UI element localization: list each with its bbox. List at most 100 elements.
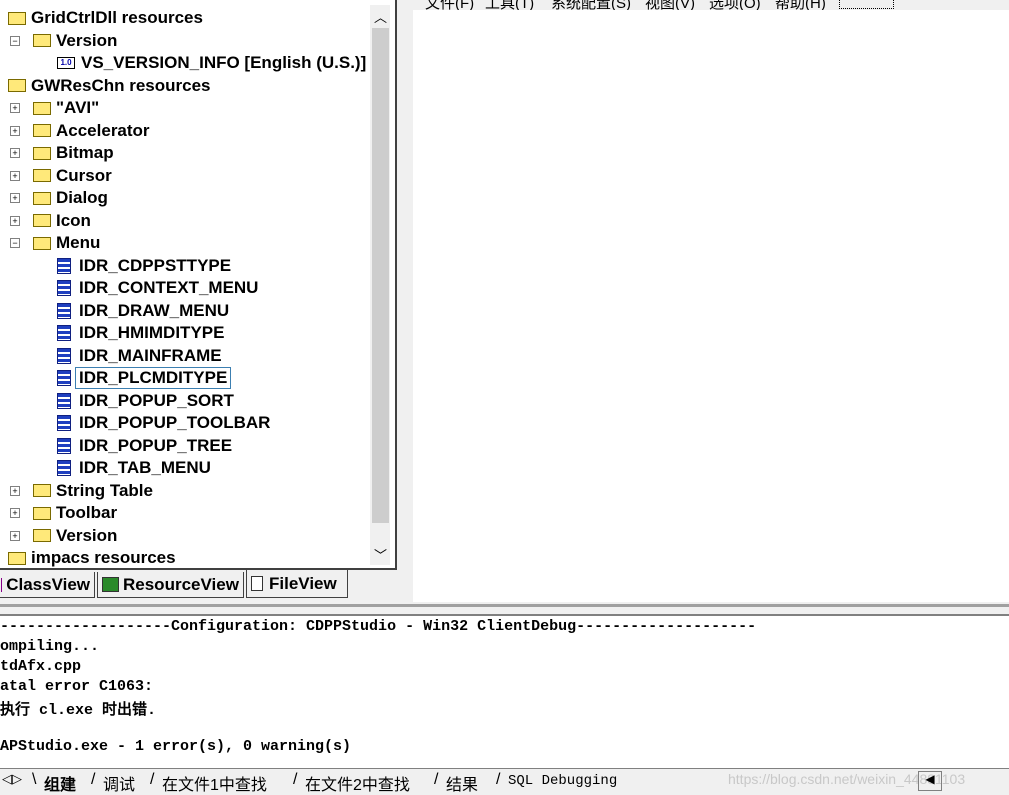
scroll-down-icon[interactable]: ﹀ [374, 545, 387, 564]
output-tab[interactable]: 结果 [446, 771, 478, 795]
collapse-icon[interactable]: − [10, 35, 20, 46]
resource-icon [102, 577, 119, 592]
menu-options[interactable]: 选项(O) [709, 0, 761, 10]
collapse-icon[interactable]: − [10, 238, 20, 248]
folder-icon [33, 529, 51, 542]
expand-icon[interactable]: + [10, 215, 20, 226]
folder-icon [33, 214, 51, 227]
tree-item[interactable]: + Version [10, 525, 117, 547]
output-line: tdAfx.cpp [0, 658, 82, 675]
tree-item-label: Cursor [56, 165, 112, 185]
tree-item[interactable]: GridCtrlDll resources [8, 7, 203, 29]
tree-item[interactable]: IDR_MAINFRAME [57, 345, 222, 367]
menu-file[interactable]: 文件(F) [425, 0, 474, 10]
expand-icon[interactable]: + [10, 125, 20, 136]
menu-icon [57, 460, 71, 476]
expand-icon[interactable]: + [10, 485, 20, 496]
tab-fileview[interactable]: FileView [246, 570, 348, 598]
open-folder-icon [8, 11, 26, 25]
folder-icon [33, 124, 51, 137]
expand-icon[interactable]: + [10, 193, 20, 203]
menu-icon [57, 257, 71, 274]
hscroll-left-icon[interactable]: ◀ [918, 771, 942, 791]
editor-area[interactable] [413, 0, 1009, 602]
tree-item-label: Accelerator [56, 120, 150, 140]
folder-icon [33, 484, 51, 497]
open-folder-icon [33, 34, 51, 47]
folder-icon [33, 146, 51, 160]
output-tab[interactable]: 组建 [44, 771, 76, 795]
menu-icon [57, 280, 71, 296]
expand-icon[interactable]: + [10, 530, 20, 541]
tree-item[interactable]: IDR_CONTEXT_MENU [57, 277, 258, 299]
tab-scroll-left-icon[interactable]: ◁▷ [2, 771, 22, 787]
tree-item[interactable]: + Toolbar [10, 502, 117, 524]
tree-item[interactable]: impacs resources [8, 547, 176, 568]
tree-item-label: "AVI" [56, 98, 100, 117]
menu-icon [57, 370, 71, 386]
open-folder-icon [8, 79, 26, 92]
output-tab[interactable]: SQL Debugging [508, 773, 617, 789]
tree-item-label: Menu [56, 233, 101, 252]
tree-item[interactable]: IDR_CDPPSTTYPE [57, 255, 231, 277]
tree-item-label: IDR_POPUP_SORT [79, 390, 234, 410]
output-tab-bar: ◁▷ 组建 \ 调试 / 在文件1中查找 / 在文件2中查找 / 结果 / SQL Debuggin… [0, 768, 1009, 795]
expand-icon[interactable]: + [10, 508, 20, 518]
tree-item-label: Dialog [56, 188, 108, 207]
menu-placeholder [839, 0, 894, 9]
menu-icon [57, 347, 71, 364]
expand-icon[interactable]: + [10, 170, 20, 181]
tree-item[interactable]: IDR_POPUP_TREE [57, 435, 232, 457]
tree-item-label: Icon [56, 210, 91, 230]
tree-item[interactable]: − Version [10, 30, 118, 52]
tree-item[interactable]: IDR_PLCMDITYPE [57, 367, 232, 389]
menu-view[interactable]: 视图(V) [645, 0, 695, 10]
tree-item[interactable]: + Bitmap [10, 142, 114, 164]
folder-icon [8, 551, 26, 565]
tab-divider: / [150, 771, 155, 788]
output-line: ompiling... [0, 638, 100, 655]
tab-divider: / [496, 771, 501, 788]
tab-divider: \ [32, 771, 37, 788]
menu-icon [57, 302, 71, 319]
tree-item-label: Bitmap [56, 143, 114, 162]
tab-resourceview[interactable]: ResourceView [97, 572, 244, 598]
menu-tools[interactable]: 工具(T) [485, 0, 534, 10]
tree-item[interactable]: + Accelerator [10, 120, 150, 142]
expand-icon[interactable]: + [10, 148, 20, 158]
output-pane[interactable]: -------------------Configuration: CDPPSt… [0, 614, 1009, 770]
tree-item[interactable]: GWResChn resources [8, 75, 211, 97]
menu-config[interactable]: 系统配置(S) [551, 0, 631, 10]
output-tab[interactable]: 在文件2中查找 [305, 771, 410, 795]
tree-item-label: GWResChn resources [31, 75, 211, 95]
tab-label: ResourceView [123, 574, 239, 594]
tree-item[interactable]: IDR_DRAW_MENU [57, 300, 229, 322]
tree-item[interactable]: + String Table [10, 480, 153, 502]
scrollbar-thumb[interactable] [372, 28, 389, 523]
tree-item[interactable]: + Icon [10, 210, 91, 232]
tree-item[interactable]: IDR_POPUP_TOOLBAR [57, 412, 270, 434]
menu-help[interactable]: 帮助(H) [775, 0, 826, 10]
splitter[interactable] [0, 604, 1009, 607]
tree-item[interactable]: + "AVI" [10, 97, 100, 119]
output-tab[interactable]: 调试 [103, 771, 135, 795]
tree-item[interactable]: − Menu [10, 232, 101, 254]
tree-item[interactable]: IDR_TAB_MENU [57, 457, 211, 479]
tree-item[interactable]: + Dialog [10, 187, 108, 209]
output-line: atal error C1063: [0, 678, 154, 695]
tab-classview[interactable]: ClassView [0, 572, 95, 598]
tree-item[interactable]: IDR_HMIMDITYPE [57, 322, 224, 344]
resource-tree[interactable]: GridCtrlDll resources − Version 1.0 VS_VERSI… [0, 0, 397, 570]
tree-item-label: VS_VERSION_INFO [English (U.S.)] [81, 53, 367, 72]
tree-item-label: IDR_DRAW_MENU [79, 300, 230, 320]
tree-item[interactable]: 1.0 VS_VERSION_INFO [English (U.S.)] [57, 52, 366, 74]
scroll-up-icon[interactable]: ︿ [374, 7, 387, 26]
tree-item-label: Version [56, 30, 118, 50]
tree-item-label: IDR_POPUP_TREE [79, 435, 233, 455]
output-tab[interactable]: 在文件1中查找 [162, 771, 267, 795]
expand-icon[interactable]: + [10, 103, 20, 113]
tree-item-label: GridCtrlDll resources [31, 8, 203, 27]
tree-item[interactable]: IDR_POPUP_SORT [57, 390, 234, 412]
tab-divider: / [434, 771, 439, 788]
tree-item[interactable]: + Cursor [10, 165, 112, 187]
